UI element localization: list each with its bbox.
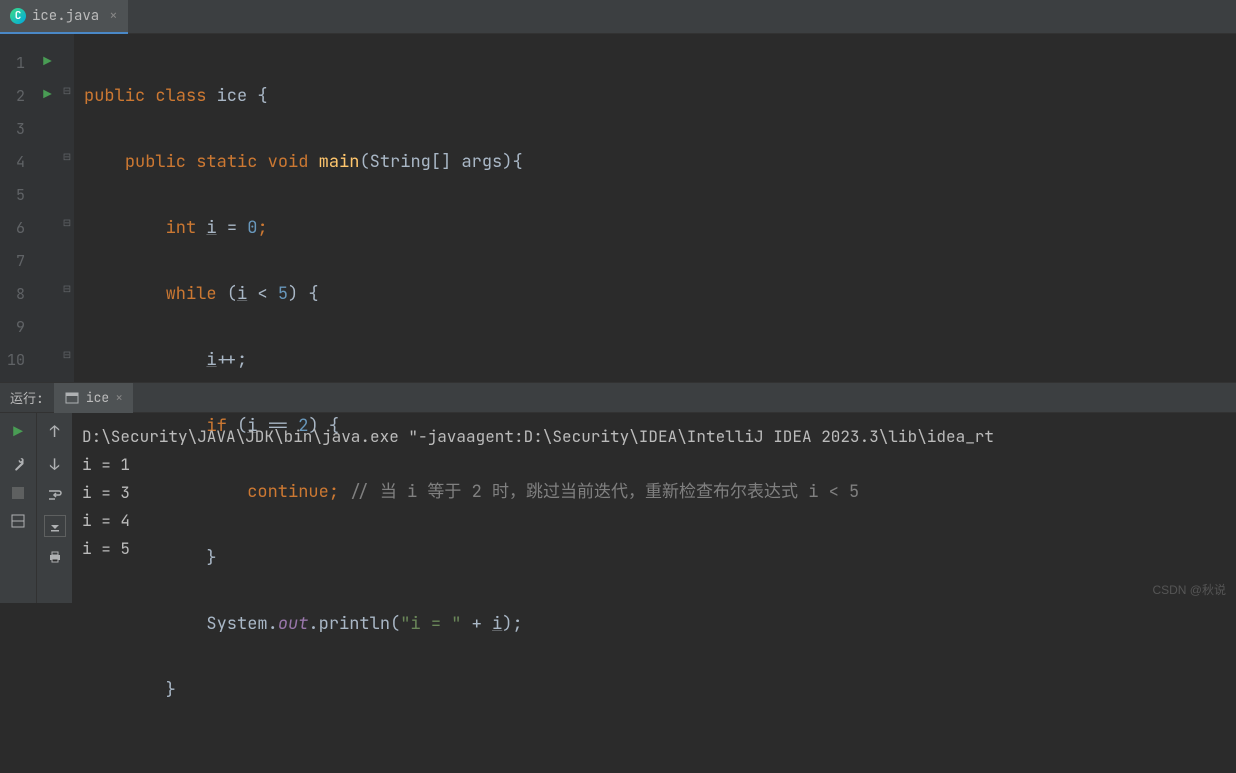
up-icon[interactable]: ↑ — [50, 421, 60, 442]
tab-ice-java[interactable]: C ice.java × — [0, 0, 128, 34]
console-actions: ↑ ↓ — [36, 413, 72, 603]
code-editor[interactable]: 12345678910 ▶ ▶ ⊟ ⊟ ⊟ ⊟ ⊟ public class i… — [0, 34, 1236, 382]
console-line: i = 5 — [82, 535, 1226, 563]
console-line: i = 1 — [82, 451, 1226, 479]
fold-icon[interactable]: ⊟ — [61, 206, 73, 239]
class-icon: C — [10, 8, 26, 24]
layout-icon[interactable] — [11, 514, 25, 528]
run-actions: ▶ — [0, 413, 36, 603]
fold-icon[interactable]: ⊟ — [61, 140, 73, 173]
close-icon[interactable]: × — [109, 7, 117, 25]
close-icon[interactable]: × — [115, 389, 123, 406]
run-tab[interactable]: ice × — [54, 383, 133, 413]
console-output[interactable]: D:\Security\JAVA\JDK\bin\java.exe "-java… — [72, 413, 1236, 603]
print-icon[interactable] — [47, 549, 63, 565]
wrench-icon[interactable] — [10, 456, 26, 472]
fold-gutter: ⊟ ⊟ ⊟ ⊟ ⊟ — [60, 34, 74, 382]
console-line: i = 4 — [82, 507, 1226, 535]
editor-tabs: C ice.java × — [0, 0, 1236, 34]
soft-wrap-icon[interactable] — [47, 487, 63, 503]
stop-button[interactable] — [11, 486, 25, 500]
tab-label: ice.java — [32, 7, 99, 25]
down-icon[interactable]: ↓ — [50, 454, 60, 475]
fold-icon[interactable]: ⊟ — [61, 74, 73, 107]
run-gutter: ▶ ▶ — [35, 34, 60, 382]
run-line-icon[interactable]: ▶ — [35, 46, 60, 79]
console-line: i = 3 — [82, 479, 1226, 507]
code-content[interactable]: public class ice { public static void ma… — [74, 34, 859, 382]
run-body: ▶ ↑ ↓ D:\Security\JAVA\JDK\bin\java.exe … — [0, 413, 1236, 603]
run-tool-window: 运行: ice × ▶ ↑ ↓ D:\Security\JAVA\JDK\bin… — [0, 382, 1236, 603]
fold-icon[interactable]: ⊟ — [61, 338, 73, 371]
run-title: 运行: — [0, 388, 54, 407]
scroll-end-icon[interactable] — [44, 515, 66, 537]
watermark: CSDN @秋说 — [1152, 581, 1226, 598]
run-button[interactable]: ▶ — [13, 421, 23, 442]
fold-icon[interactable]: ⊟ — [61, 272, 73, 305]
console-line: D:\Security\JAVA\JDK\bin\java.exe "-java… — [82, 423, 1226, 451]
run-line-icon[interactable]: ▶ — [35, 79, 60, 112]
line-numbers: 12345678910 — [0, 34, 35, 382]
application-icon — [64, 390, 80, 406]
run-tab-label: ice — [86, 389, 109, 406]
